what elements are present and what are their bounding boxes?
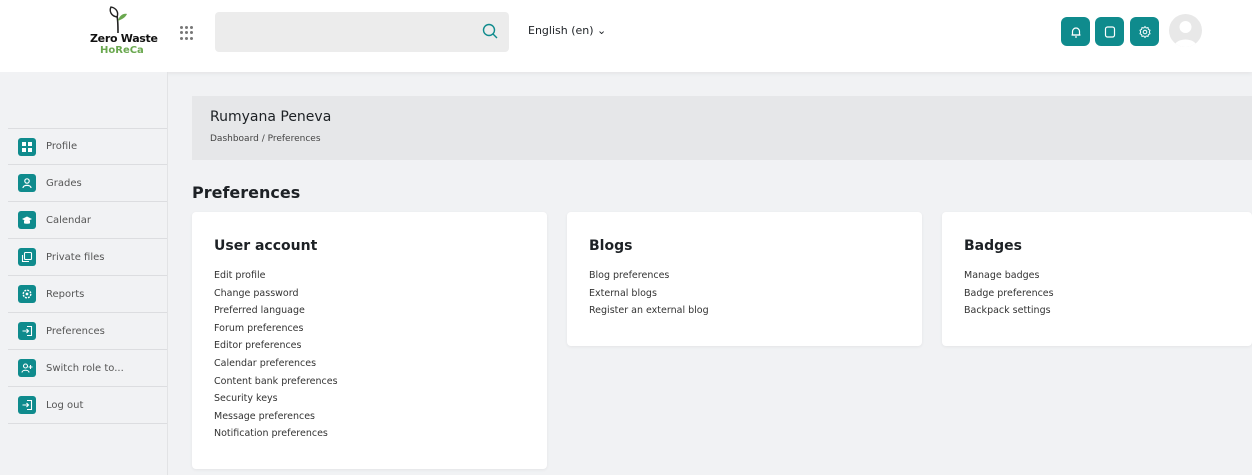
backpack-settings-link[interactable]: Backpack settings — [964, 302, 1054, 320]
sidebar-item-label: Log out — [46, 399, 84, 411]
blog-preferences-link[interactable]: Blog preferences — [589, 267, 709, 285]
badges-card: Badges Manage badges Badge preferences B… — [942, 212, 1252, 346]
sidebar-item-label: Calendar — [46, 214, 91, 226]
user-avatar[interactable] — [1169, 14, 1202, 47]
editor-preferences-link[interactable]: Editor preferences — [214, 337, 338, 355]
language-selector[interactable]: English (en) ⌄ — [528, 24, 606, 37]
calendar-preferences-link[interactable]: Calendar preferences — [214, 355, 338, 373]
logo-text-line1: Zero Waste — [90, 32, 158, 45]
register-external-blog-link[interactable]: Register an external blog — [589, 302, 709, 320]
leaf-logo-icon — [109, 6, 127, 34]
sidebar-item-private-files[interactable]: Private files — [8, 239, 167, 276]
change-password-link[interactable]: Change password — [214, 285, 338, 303]
notification-preferences-link[interactable]: Notification preferences — [214, 425, 338, 443]
sidebar-item-label: Switch role to... — [46, 362, 124, 374]
sidebar-item-label: Profile — [46, 141, 78, 152]
person-icon — [18, 174, 36, 192]
settings-button[interactable] — [1130, 17, 1159, 46]
security-keys-link[interactable]: Security keys — [214, 390, 338, 408]
card-title: User account — [214, 238, 318, 254]
profile-grid-icon — [18, 137, 36, 156]
breadcrumb[interactable]: Dashboard / Preferences — [210, 134, 321, 144]
page-title: Preferences — [192, 183, 301, 202]
card-links: Manage badges Badge preferences Backpack… — [964, 267, 1054, 320]
sidebar-item-calendar[interactable]: Calendar — [8, 202, 167, 239]
cog-icon — [18, 285, 36, 303]
gear-icon — [1138, 25, 1151, 38]
external-blogs-link[interactable]: External blogs — [589, 285, 709, 303]
files-icon — [18, 248, 36, 266]
badge-preferences-link[interactable]: Badge preferences — [964, 285, 1054, 303]
notifications-button[interactable] — [1061, 17, 1090, 46]
card-links: Blog preferences External blogs Register… — [589, 267, 709, 320]
message-preferences-link[interactable]: Message preferences — [214, 408, 338, 426]
sidebar-item-label: Preferences — [46, 325, 105, 337]
sidebar-item-label: Reports — [46, 288, 85, 300]
sidebar-item-preferences[interactable]: Preferences — [8, 313, 167, 350]
avatar-placeholder-icon — [1174, 21, 1197, 47]
sidebar-item-log-out[interactable]: Log out — [8, 387, 167, 424]
top-navbar: Zero Waste HoReCa English (en) ⌄ — [0, 0, 1252, 72]
blogs-card: Blogs Blog preferences External blogs Re… — [567, 212, 922, 346]
sign-in-icon — [18, 322, 36, 340]
edit-profile-link[interactable]: Edit profile — [214, 267, 338, 285]
card-title: Blogs — [589, 238, 633, 254]
user-plus-icon — [18, 359, 36, 377]
page-header: Rumyana Peneva Dashboard / Preferences — [192, 96, 1252, 160]
sidebar-nav: Profile Grades Calendar Private files Re… — [8, 128, 167, 424]
sidebar-item-reports[interactable]: Reports — [8, 276, 167, 313]
site-logo[interactable]: Zero Waste HoReCa — [86, 4, 166, 66]
user-account-card: User account Edit profile Change passwor… — [192, 212, 547, 469]
logo-text-line2: HoReCa — [100, 45, 144, 56]
card-title: Badges — [964, 238, 1022, 254]
messages-button[interactable] — [1095, 17, 1124, 46]
message-icon — [1104, 25, 1115, 38]
sidebar-item-label: Grades — [46, 177, 82, 189]
graduation-cap-icon — [18, 211, 36, 229]
forum-preferences-link[interactable]: Forum preferences — [214, 320, 338, 338]
content-bank-preferences-link[interactable]: Content bank preferences — [214, 373, 338, 391]
sidebar-item-grades[interactable]: Grades — [8, 165, 167, 202]
page-header-user-name: Rumyana Peneva — [210, 109, 332, 125]
preferred-language-link[interactable]: Preferred language — [214, 302, 338, 320]
sign-out-icon — [18, 396, 36, 414]
sidebar-item-profile[interactable]: Profile — [8, 128, 167, 165]
sidebar-item-switch-role[interactable]: Switch role to... — [8, 350, 167, 387]
manage-badges-link[interactable]: Manage badges — [964, 267, 1054, 285]
card-links: Edit profile Change password Preferred l… — [214, 267, 338, 443]
sidebar: Profile Grades Calendar Private files Re… — [0, 72, 168, 475]
bell-icon — [1071, 26, 1080, 38]
search-input[interactable] — [215, 12, 509, 52]
search-icon[interactable] — [481, 22, 499, 40]
app-grid-icon[interactable] — [180, 26, 194, 40]
sidebar-item-label: Private files — [46, 251, 105, 263]
